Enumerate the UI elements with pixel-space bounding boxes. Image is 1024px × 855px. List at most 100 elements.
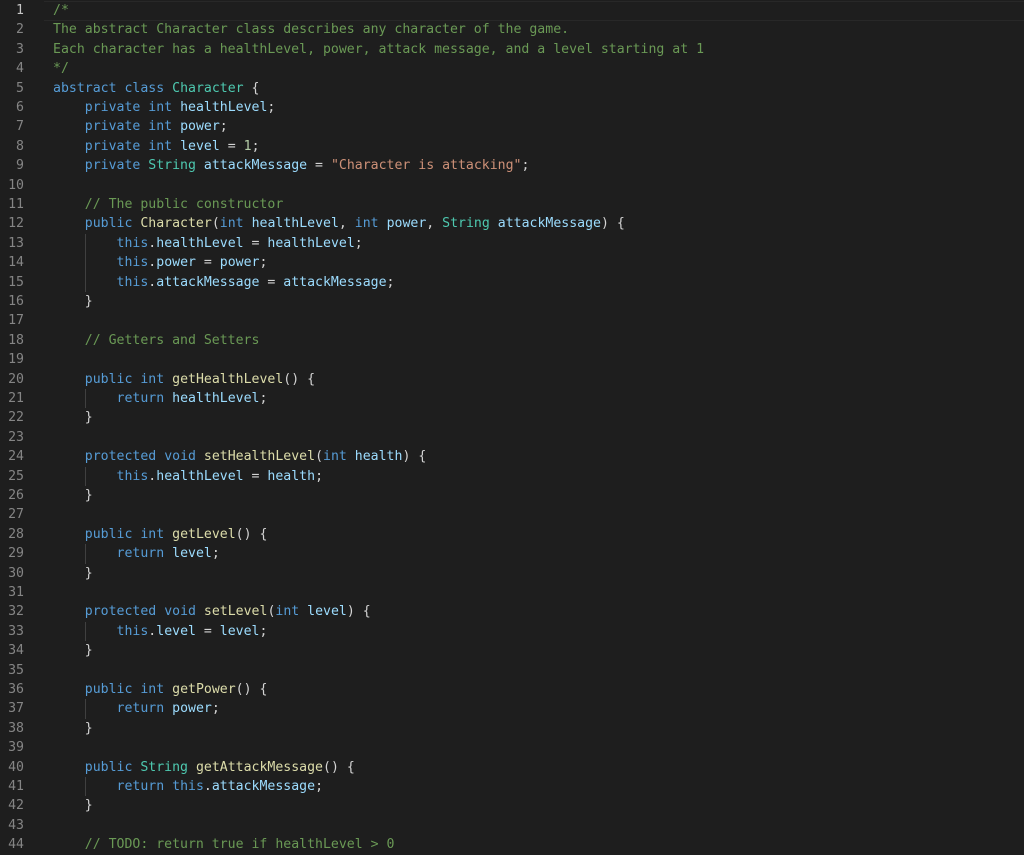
code-line[interactable]: private String attackMessage = "Characte… [53,156,1024,175]
code-token: ; [354,235,363,251]
code-token: attackMessage [497,216,601,232]
code-line[interactable]: private int level = 1; [53,137,1024,156]
code-token: health [354,449,403,465]
code-line[interactable]: // TODO: return true if healthLevel > 0 [53,835,1024,854]
code-line[interactable]: this.power = power; [53,253,1024,272]
indent-guide [85,621,86,642]
code-token: getLevel [172,526,236,542]
line-number: 3 [16,41,24,57]
code-line[interactable]: public int getHealthLevel() { [53,370,1024,389]
code-token: String [140,759,188,775]
indent-guide [85,777,86,797]
code-line[interactable]: } [53,564,1024,583]
indent-guide [85,233,86,292]
code-line[interactable]: private int healthLevel; [53,98,1024,117]
code-token: () { [235,682,268,697]
code-line[interactable]: The abstract Character class describes a… [53,20,1024,39]
code-token: // TODO: return true if healthLevel > 0 [84,837,395,853]
code-token: = [219,138,244,154]
code-line[interactable] [53,311,1024,330]
code-line[interactable]: public String getAttackMessage() { [53,758,1024,777]
code-line[interactable]: } [53,641,1024,660]
code-line[interactable]: /* [53,1,1024,20]
line-number: 15 [8,274,24,290]
code-line[interactable]: } [53,796,1024,815]
code-line[interactable]: return healthLevel; [53,389,1024,408]
line-number: 13 [8,235,24,251]
code-line[interactable]: public int getPower() { [53,680,1024,699]
code-token: power [172,701,212,717]
code-token: private [84,100,141,115]
code-token: ; [259,623,268,639]
code-line[interactable]: */ [53,59,1024,78]
code-token: ; [211,701,220,717]
code-token: = [195,255,220,271]
code-line[interactable]: } [53,486,1024,505]
line-number-gutter[interactable]: 1 2 3 4 5 6 7 8 9 10 11 12 13 14 15 16 17 18 19 20 21 22 23 24 2… [0,0,44,852]
code-token: attackMessage [203,158,308,174]
line-number: 2 [16,22,24,38]
line-number: 32 [8,604,24,620]
line-number: 28 [8,526,24,542]
code-token: } [53,565,93,581]
line-number: 34 [8,643,24,659]
code-line[interactable]: return level; [53,544,1024,563]
code-token: healthLevel [156,468,244,484]
code-line[interactable] [53,350,1024,369]
code-line[interactable]: } [53,408,1024,427]
code-line[interactable]: abstract class Character { [53,79,1024,98]
code-token: level [156,623,196,639]
code-text-area[interactable]: /* The abstract Character class describes… [53,0,1024,852]
code-token: return [116,701,165,717]
code-editor[interactable]: 1 2 3 4 5 6 7 8 9 10 11 12 13 14 15 16 17 18 19 20 21 22 23 24 2… [0,0,1024,852]
code-token: attackMessage [211,779,316,794]
code-token: getPower [172,682,236,697]
code-token: this [116,235,149,251]
code-token: healthLevel [267,235,355,251]
code-line[interactable]: public int getLevel() { [53,525,1024,544]
code-line[interactable] [53,816,1024,835]
code-line[interactable] [53,738,1024,757]
line-number: 6 [16,100,24,115]
line-number: 5 [16,80,24,96]
code-token: // The public constructor [84,197,284,212]
code-line[interactable] [53,428,1024,447]
code-token: int [148,138,173,154]
code-line[interactable]: this.healthLevel = health; [53,467,1024,486]
indent-guide [85,389,86,409]
code-line[interactable]: } [53,292,1024,311]
code-line[interactable]: this.healthLevel = healthLevel; [53,234,1024,253]
code-line[interactable] [53,505,1024,524]
code-line[interactable]: Each character has a healthLevel, power,… [53,40,1024,59]
code-line[interactable]: this.level = level; [53,622,1024,641]
code-token: ; [259,391,268,406]
code-line[interactable]: protected void setLevel(int level) { [53,602,1024,621]
code-line[interactable]: } [53,719,1024,738]
indent-guide [85,699,86,719]
line-number: 12 [8,216,24,232]
code-token: int [219,216,244,232]
code-token: healthLevel [172,391,260,406]
code-token: , [338,216,355,232]
code-token: int [354,216,379,232]
line-number: 29 [8,546,24,562]
code-line[interactable]: this.attackMessage = attackMessage; [53,273,1024,292]
line-number: 24 [8,449,24,465]
code-token: return [116,779,165,794]
code-line[interactable]: // Getters and Setters [53,331,1024,350]
code-line[interactable]: // The public constructor [53,195,1024,214]
code-line[interactable]: private int power; [53,117,1024,136]
code-line[interactable] [53,176,1024,195]
code-line[interactable]: return this.attackMessage; [53,777,1024,796]
code-line[interactable]: public Character(int healthLevel, int po… [53,214,1024,233]
code-line[interactable]: return power; [53,699,1024,718]
code-line[interactable]: protected void setHealthLevel(int health… [53,447,1024,466]
code-line[interactable] [53,661,1024,680]
code-line[interactable] [53,583,1024,602]
